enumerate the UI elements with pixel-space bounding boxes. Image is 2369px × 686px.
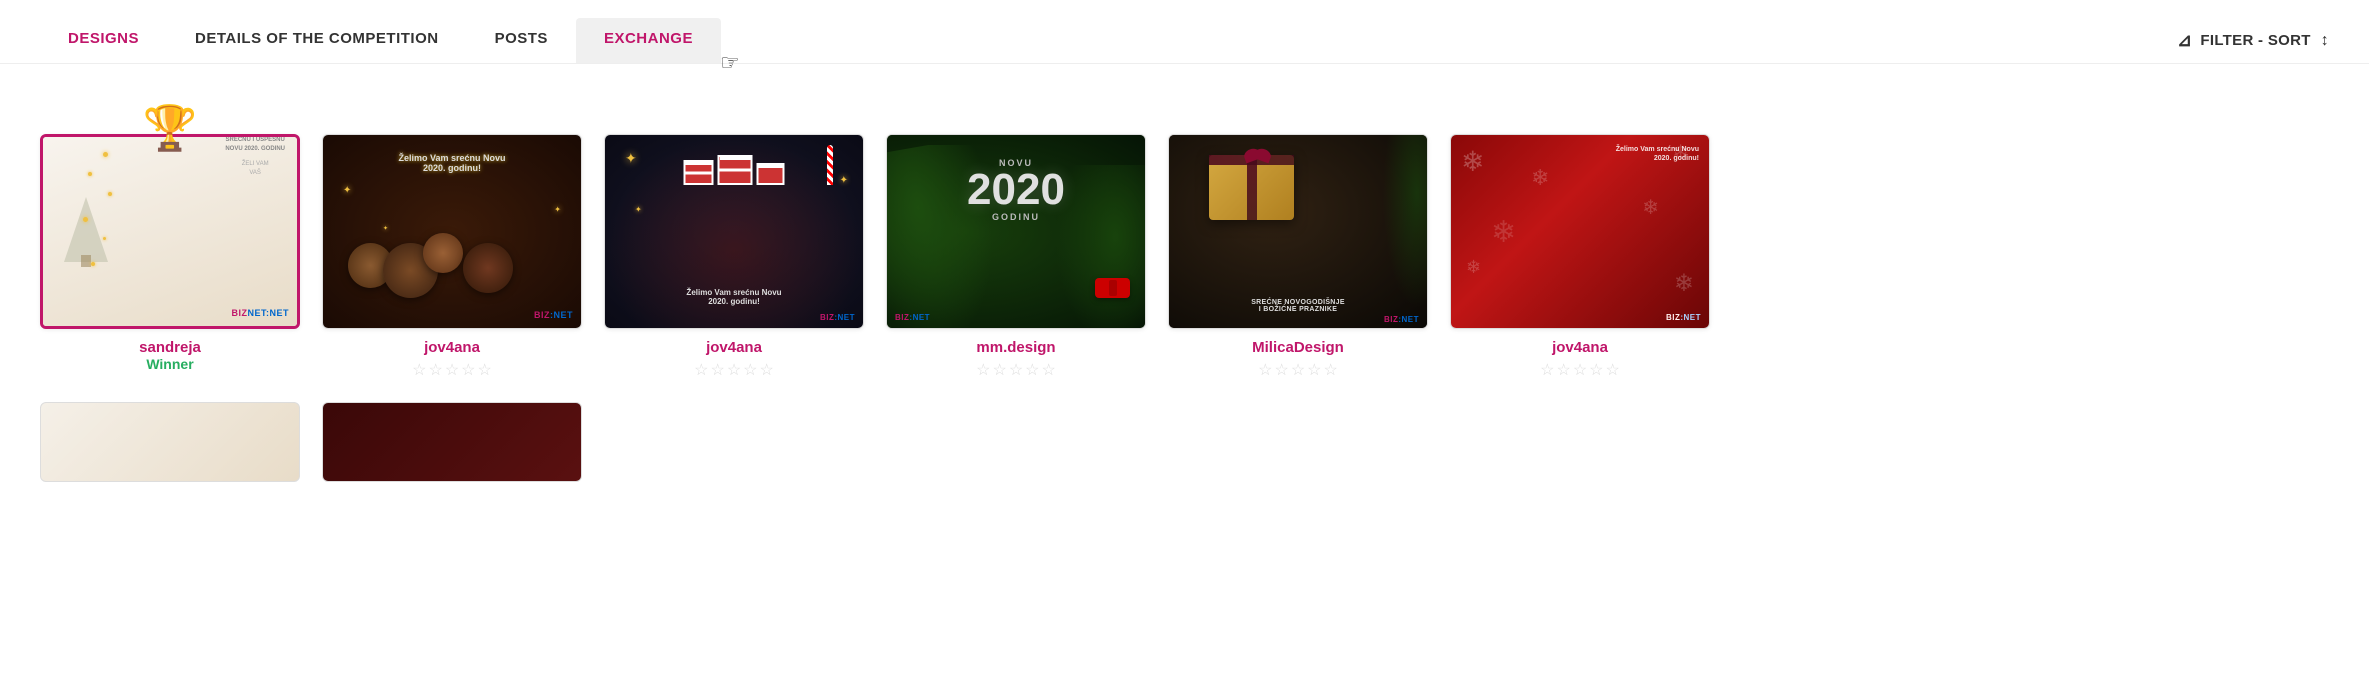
stars-6: ☆ ☆ ☆ ☆ ☆ (1540, 360, 1620, 380)
star-1[interactable]: ☆ (1258, 360, 1272, 380)
trophy-icon: 🏆 (143, 102, 198, 154)
design-card-3[interactable]: ✦ ✦ ✦ Želimo Vam srećnu Novu 2020. godin… (604, 134, 864, 380)
tab-exchange[interactable]: EXCHANGE (576, 18, 721, 63)
design-card-1[interactable]: 🏆 SREĆNU I USPEŠNU NOVU 2020. GODINU ŽEL… (40, 134, 300, 380)
star-3[interactable]: ☆ (1009, 360, 1023, 380)
partial-card-1[interactable] (40, 402, 300, 482)
designer-name-3: jov4ana (706, 339, 762, 356)
card4-godinu: GODINU (897, 212, 1135, 222)
card3-zelimo: Želimo Vam srećnu Novu (686, 288, 781, 297)
star-2[interactable]: ☆ (1556, 360, 1570, 380)
star-2[interactable]: ☆ (1274, 360, 1288, 380)
star-5[interactable]: ☆ (1042, 360, 1056, 380)
biznet-badge-3: BIZ:NET (820, 313, 855, 322)
design-card-2[interactable]: Želimo Vam srećnu Novu 2020. godinu! ✦ ✦… (322, 134, 582, 380)
star-1[interactable]: ☆ (694, 360, 708, 380)
star-2[interactable]: ☆ (428, 360, 442, 380)
card1-text-line2: NOVU 2020. GODINU (225, 145, 285, 154)
card-image-2[interactable]: Želimo Vam srećnu Novu 2020. godinu! ✦ ✦… (322, 134, 582, 329)
card1-text-line4: VAŠ (225, 169, 285, 178)
designer-name-1: sandreja (139, 339, 201, 356)
star-3[interactable]: ☆ (1291, 360, 1305, 380)
card-image-5[interactable]: SREĆNE NOVOGODIŠNJE I BOŽIĆNE PRAZNIKE B… (1168, 134, 1428, 329)
bottom-row (40, 402, 2329, 482)
biznet-badge-2: BIZ:NET (534, 310, 573, 320)
filter-icon: ⊿ (2177, 30, 2192, 51)
card2-zelimo-text: Želimo Vam srećnu Novu 2020. godinu! (398, 153, 505, 173)
designer-name-4: mm.design (976, 339, 1055, 356)
card5-srece: SREĆNE NOVOGODIŠNJE (1251, 299, 1345, 306)
star-3[interactable]: ☆ (727, 360, 741, 380)
tab-designs[interactable]: DESIGNS (40, 18, 167, 63)
card4-year: 2020 (897, 168, 1135, 212)
designer-name-5: MilicaDesign (1252, 339, 1344, 356)
star-3[interactable]: ☆ (445, 360, 459, 380)
card-image-6[interactable]: ❄ ❄ ❄ ❄ ❄ ❄ ❄ Želimo Vam srećnu Novu 202… (1450, 134, 1710, 329)
card4-year-block: NOVU 2020 GODINU (897, 150, 1135, 222)
star-4[interactable]: ☆ (1025, 360, 1039, 380)
star-4[interactable]: ☆ (1307, 360, 1321, 380)
biznet-badge-6: BIZ:NET (1666, 313, 1701, 322)
biz-text: BIZ (231, 308, 247, 318)
star-5[interactable]: ☆ (1606, 360, 1620, 380)
sort-icon: ↕ (2321, 32, 2329, 50)
star-1[interactable]: ☆ (1540, 360, 1554, 380)
star-4[interactable]: ☆ (461, 360, 475, 380)
design-card-4[interactable]: NOVU 2020 GODINU BIZ:NET mm.design ☆ ☆ ☆ (886, 134, 1146, 380)
card1-text-line3: ŽELI VAM (225, 160, 285, 169)
star-5[interactable]: ☆ (1324, 360, 1338, 380)
stars-2: ☆ ☆ ☆ ☆ ☆ (412, 360, 492, 380)
card-image-1[interactable]: SREĆNU I USPEŠNU NOVU 2020. GODINU ŽELI … (40, 134, 300, 329)
designs-grid: 🏆 SREĆNU I USPEŠNU NOVU 2020. GODINU ŽEL… (40, 94, 2329, 380)
net-text: NET (247, 308, 266, 318)
star-2[interactable]: ☆ (992, 360, 1006, 380)
partial-card-2[interactable] (322, 402, 582, 482)
star-4[interactable]: ☆ (1589, 360, 1603, 380)
filter-sort-button[interactable]: ⊿ FILTER - SORT ↕ (2177, 30, 2329, 51)
star-4[interactable]: ☆ (743, 360, 757, 380)
biznet-badge-1: BIZNET:NET (231, 308, 289, 318)
stars-3: ☆ ☆ ☆ ☆ ☆ (694, 360, 774, 380)
card1-text-line1: SREĆNU I USPEŠNU (225, 136, 285, 145)
stars-4: ☆ ☆ ☆ ☆ ☆ (976, 360, 1056, 380)
biznet-badge-5: BIZ:NET (1384, 315, 1419, 324)
star-3[interactable]: ☆ (1573, 360, 1587, 380)
main-content: 🏆 SREĆNU I USPEŠNU NOVU 2020. GODINU ŽEL… (0, 64, 2369, 512)
filter-sort-label: FILTER - SORT (2200, 32, 2310, 49)
biznet-badge-4: BIZ:NET (895, 313, 1137, 322)
star-5[interactable]: ☆ (760, 360, 774, 380)
tab-posts[interactable]: POSTS (467, 18, 576, 63)
card5-srece2: I BOŽIĆNE PRAZNIKE (1251, 306, 1345, 313)
card3-zelimo2: 2020. godinu! (686, 297, 781, 306)
card6-zelimo-text: Želimo Vam srećnu Novu 2020. godinu! (1616, 145, 1699, 163)
star-1[interactable]: ☆ (412, 360, 426, 380)
card-image-4[interactable]: NOVU 2020 GODINU BIZ:NET (886, 134, 1146, 329)
design-card-6[interactable]: ❄ ❄ ❄ ❄ ❄ ❄ ❄ Želimo Vam srećnu Novu 202… (1450, 134, 1710, 380)
star-5[interactable]: ☆ (478, 360, 492, 380)
designer-name-2: jov4ana (424, 339, 480, 356)
design-card-5[interactable]: SREĆNE NOVOGODIŠNJE I BOŽIĆNE PRAZNIKE B… (1168, 134, 1428, 380)
tab-details[interactable]: DETAILS OF THE COMPETITION (167, 18, 467, 63)
winner-label-1: Winner (146, 356, 193, 372)
star-2[interactable]: ☆ (710, 360, 724, 380)
card-image-3[interactable]: ✦ ✦ ✦ Želimo Vam srećnu Novu 2020. godin… (604, 134, 864, 329)
stars-5: ☆ ☆ ☆ ☆ ☆ (1258, 360, 1338, 380)
nav-bar: DESIGNS DETAILS OF THE COMPETITION POSTS… (0, 0, 2369, 64)
designer-name-6: jov4ana (1552, 339, 1608, 356)
star-1[interactable]: ☆ (976, 360, 990, 380)
nav-tabs: DESIGNS DETAILS OF THE COMPETITION POSTS… (40, 18, 721, 63)
